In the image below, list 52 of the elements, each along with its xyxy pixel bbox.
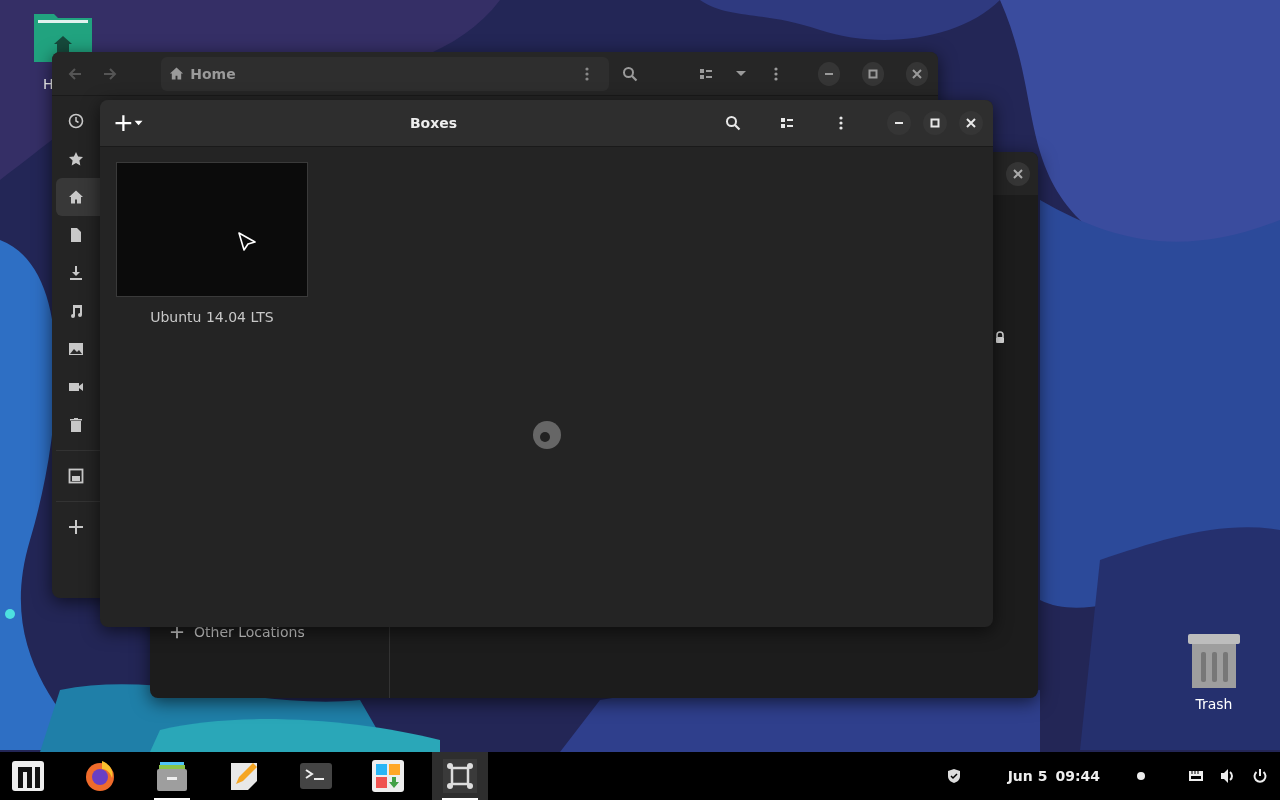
power-icon[interactable] xyxy=(1252,768,1268,784)
clock[interactable]: Jun 5 09:44 xyxy=(1007,768,1100,784)
desktop-icon-label: H xyxy=(43,76,54,92)
app-grid-icon xyxy=(370,758,406,794)
list-icon xyxy=(779,115,795,131)
download-icon xyxy=(68,265,84,281)
caret-icon xyxy=(735,71,746,76)
menu-icon xyxy=(773,66,778,81)
sidebar-item[interactable] xyxy=(56,178,100,216)
minimize-icon xyxy=(825,72,834,75)
star-icon xyxy=(68,151,84,167)
trash-icon xyxy=(68,417,84,433)
machine-thumbnail[interactable] xyxy=(116,162,308,297)
app-menu-icon xyxy=(10,758,46,794)
image-icon xyxy=(68,341,84,357)
maximize-button[interactable] xyxy=(923,111,947,135)
clock-icon xyxy=(68,113,84,129)
maximize-button[interactable] xyxy=(861,61,885,86)
machine-name: Ubuntu 14.04 LTS xyxy=(150,309,274,325)
minimize-button[interactable] xyxy=(887,111,911,135)
window-title: Boxes xyxy=(408,115,459,131)
path-label: Home xyxy=(190,65,236,82)
plus-icon xyxy=(68,519,84,535)
kebab-icon xyxy=(584,66,589,81)
spinner-icon xyxy=(532,420,562,450)
boxes-icon xyxy=(442,758,478,794)
home-icon xyxy=(68,189,84,205)
minimize-button[interactable] xyxy=(817,61,841,86)
music-icon xyxy=(68,303,84,319)
search-icon xyxy=(725,115,741,131)
right-arrow-icon xyxy=(101,65,118,82)
menu-icon xyxy=(839,116,843,130)
search-icon xyxy=(622,65,639,82)
volume-icon[interactable] xyxy=(1220,768,1236,784)
close-button[interactable] xyxy=(959,111,983,135)
pointer-icon xyxy=(237,231,257,252)
document-icon xyxy=(68,227,84,243)
minimize-icon xyxy=(895,122,903,124)
dot-icon xyxy=(1136,771,1146,781)
path-bar[interactable]: Home xyxy=(161,56,609,91)
network-icon[interactable] xyxy=(1188,768,1204,784)
left-arrow-icon xyxy=(67,65,84,82)
sidebar-item[interactable]: Other Locations xyxy=(150,624,389,640)
home-icon xyxy=(169,66,185,81)
drive-icon xyxy=(68,468,84,484)
desktop-icon-label: Trash xyxy=(1195,696,1233,712)
close-button[interactable] xyxy=(1006,161,1030,186)
plus-icon xyxy=(170,625,184,639)
shield-icon[interactable] xyxy=(945,768,962,784)
taskbar-app[interactable] xyxy=(432,752,488,800)
close-button[interactable] xyxy=(905,61,928,86)
lock-icon xyxy=(994,331,1006,343)
